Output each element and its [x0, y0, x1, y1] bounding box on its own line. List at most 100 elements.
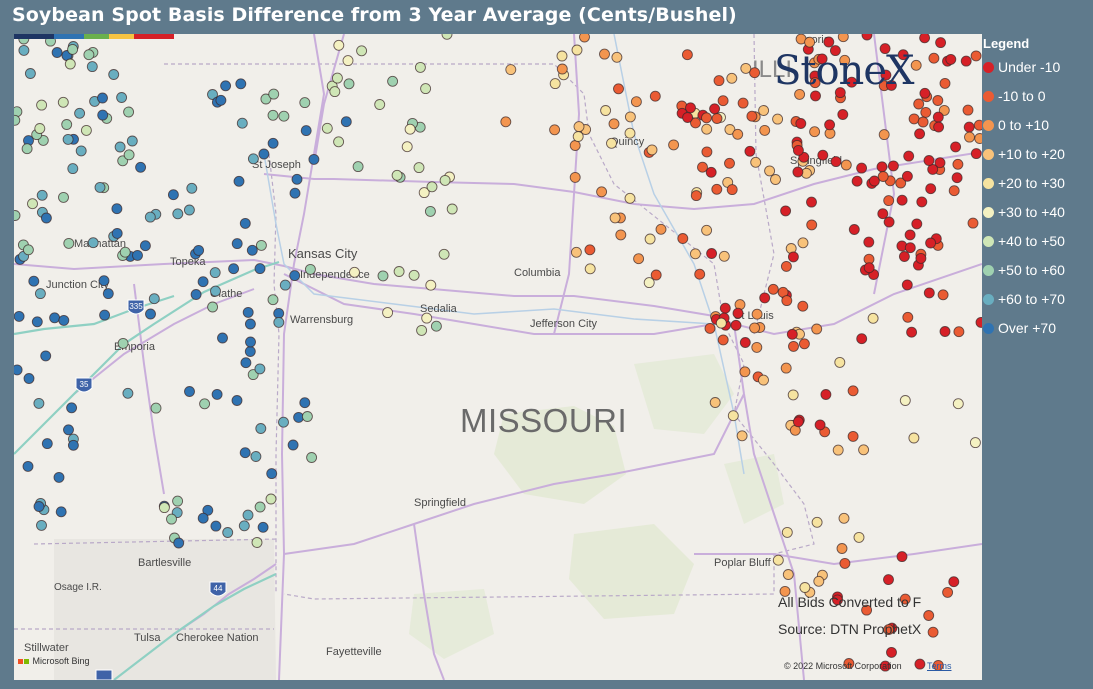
- elevator-point[interactable]: [950, 141, 962, 153]
- elevator-point[interactable]: [148, 293, 160, 305]
- elevator-point[interactable]: [210, 285, 221, 297]
- elevator-point[interactable]: [814, 419, 826, 431]
- elevator-point[interactable]: [848, 224, 860, 235]
- elevator-point[interactable]: [781, 295, 793, 307]
- elevator-point[interactable]: [343, 78, 355, 90]
- elevator-point[interactable]: [291, 173, 303, 185]
- elevator-point[interactable]: [624, 192, 636, 204]
- elevator-point[interactable]: [123, 149, 135, 161]
- elevator-point[interactable]: [122, 387, 134, 399]
- elevator-point[interactable]: [613, 83, 624, 95]
- elevator-point[interactable]: [36, 519, 47, 531]
- elevator-point[interactable]: [55, 506, 67, 518]
- elevator-point[interactable]: [135, 161, 147, 173]
- elevator-point[interactable]: [273, 307, 285, 319]
- elevator-point[interactable]: [87, 237, 99, 249]
- elevator-point[interactable]: [923, 155, 935, 166]
- elevator-point[interactable]: [970, 50, 982, 62]
- elevator-point[interactable]: [569, 140, 581, 151]
- elevator-point[interactable]: [413, 162, 425, 174]
- elevator-point[interactable]: [939, 326, 951, 337]
- elevator-point[interactable]: [832, 444, 844, 456]
- elevator-point[interactable]: [948, 185, 960, 197]
- elevator-point[interactable]: [268, 88, 280, 100]
- elevator-point[interactable]: [646, 144, 658, 156]
- elevator-point[interactable]: [904, 242, 916, 254]
- elevator-point[interactable]: [549, 78, 561, 90]
- elevator-point[interactable]: [300, 125, 312, 137]
- elevator-point[interactable]: [730, 319, 742, 331]
- elevator-point[interactable]: [424, 205, 436, 217]
- elevator-point[interactable]: [840, 159, 852, 171]
- elevator-point[interactable]: [856, 333, 868, 345]
- elevator-point[interactable]: [839, 557, 851, 569]
- elevator-point[interactable]: [878, 129, 890, 141]
- elevator-point[interactable]: [23, 373, 35, 384]
- elevator-point[interactable]: [917, 116, 929, 128]
- legend-item[interactable]: +40 to +50: [983, 233, 1091, 262]
- elevator-point[interactable]: [231, 395, 243, 406]
- elevator-point[interactable]: [837, 109, 849, 120]
- elevator-point[interactable]: [387, 75, 399, 87]
- elevator-point[interactable]: [717, 334, 729, 346]
- elevator-point[interactable]: [273, 316, 285, 328]
- elevator-point[interactable]: [197, 276, 209, 288]
- elevator-point[interactable]: [739, 337, 751, 348]
- legend-item[interactable]: 0 to +10: [983, 117, 1091, 146]
- elevator-point[interactable]: [903, 150, 915, 162]
- elevator-point[interactable]: [655, 223, 667, 235]
- elevator-point[interactable]: [962, 104, 974, 116]
- elevator-point[interactable]: [67, 439, 79, 451]
- elevator-point[interactable]: [630, 96, 642, 108]
- elevator-point[interactable]: [701, 123, 713, 135]
- elevator-point[interactable]: [34, 288, 46, 300]
- elevator-point[interactable]: [244, 318, 256, 330]
- elevator-point[interactable]: [278, 110, 290, 122]
- elevator-point[interactable]: [255, 423, 267, 434]
- elevator-point[interactable]: [837, 34, 849, 43]
- elevator-point[interactable]: [505, 64, 517, 76]
- elevator-point[interactable]: [14, 210, 21, 221]
- elevator-point[interactable]: [21, 143, 33, 155]
- elevator-point[interactable]: [877, 208, 889, 220]
- legend-item[interactable]: Under -10: [983, 59, 1091, 88]
- elevator-point[interactable]: [14, 364, 23, 376]
- elevator-point[interactable]: [166, 513, 177, 525]
- elevator-point[interactable]: [644, 233, 656, 245]
- elevator-point[interactable]: [421, 312, 433, 324]
- elevator-point[interactable]: [66, 402, 78, 414]
- elevator-point[interactable]: [724, 157, 735, 169]
- elevator-point[interactable]: [780, 260, 792, 272]
- elevator-point[interactable]: [717, 95, 729, 107]
- elevator-point[interactable]: [682, 112, 694, 123]
- elevator-point[interactable]: [973, 119, 982, 131]
- elevator-point[interactable]: [896, 194, 908, 206]
- elevator-point[interactable]: [116, 92, 128, 103]
- elevator-point[interactable]: [780, 362, 792, 374]
- elevator-point[interactable]: [830, 156, 842, 168]
- elevator-point[interactable]: [549, 124, 561, 136]
- elevator-point[interactable]: [913, 98, 925, 110]
- elevator-point[interactable]: [28, 275, 40, 287]
- elevator-point[interactable]: [951, 172, 963, 184]
- elevator-point[interactable]: [439, 174, 451, 186]
- legend-item[interactable]: +10 to +20: [983, 146, 1091, 175]
- elevator-point[interactable]: [709, 397, 721, 408]
- elevator-point[interactable]: [556, 63, 568, 75]
- elevator-point[interactable]: [964, 131, 975, 143]
- elevator-point[interactable]: [863, 236, 875, 248]
- elevator-point[interactable]: [767, 283, 779, 295]
- elevator-point[interactable]: [886, 646, 897, 658]
- elevator-point[interactable]: [853, 531, 865, 543]
- elevator-point[interactable]: [596, 186, 608, 198]
- legend-item[interactable]: -10 to 0: [983, 88, 1091, 117]
- elevator-point[interactable]: [649, 90, 661, 102]
- elevator-point[interactable]: [414, 61, 426, 73]
- elevator-point[interactable]: [732, 128, 744, 140]
- elevator-point[interactable]: [114, 141, 126, 153]
- elevator-point[interactable]: [287, 439, 299, 451]
- elevator-point[interactable]: [356, 45, 368, 57]
- elevator-point[interactable]: [770, 174, 781, 185]
- elevator-point[interactable]: [952, 158, 964, 170]
- elevator-point[interactable]: [254, 363, 266, 375]
